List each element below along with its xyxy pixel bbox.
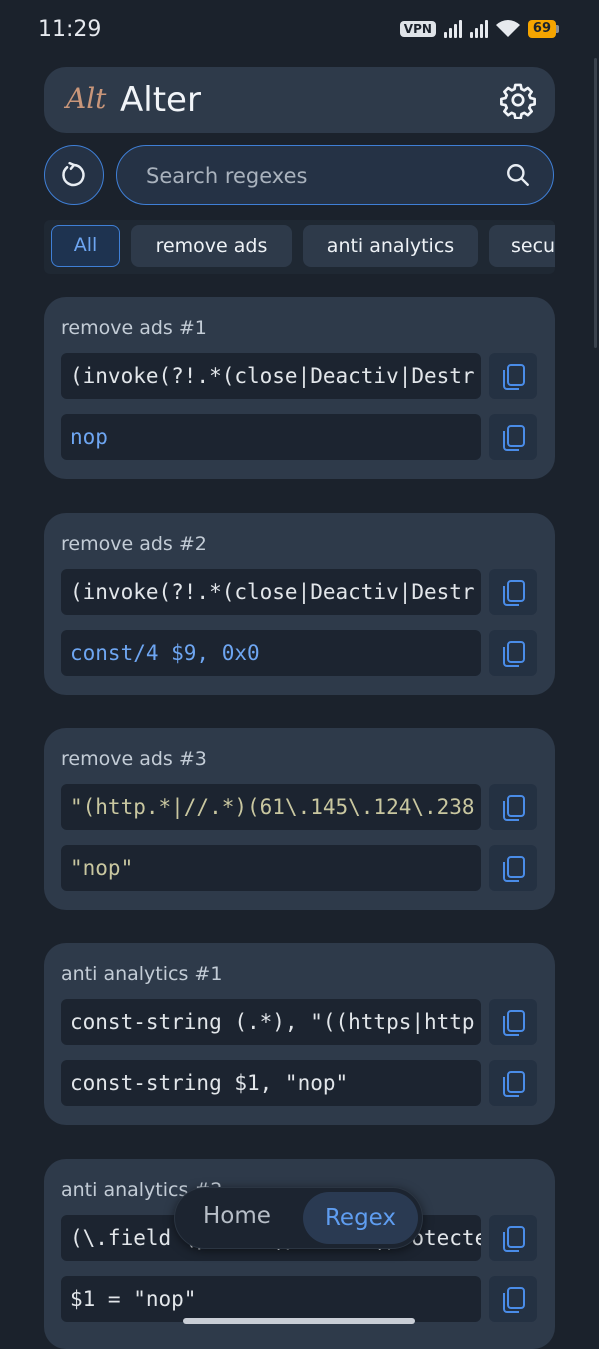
search-icon[interactable]: [505, 162, 531, 188]
regex-pattern[interactable]: (invoke(?!.*(close|Deactiv|Destr: [61, 353, 481, 399]
status-bar: 11:29 VPN 69: [0, 0, 599, 60]
copy-icon: [503, 364, 525, 390]
copy-icon: [503, 1071, 525, 1097]
chip-security[interactable]: secu: [489, 225, 555, 267]
battery-level: 69: [527, 20, 556, 38]
copy-replacement-button[interactable]: [489, 630, 537, 676]
regex-card: anti analytics #1 const-string (.*), "((…: [44, 943, 555, 1125]
regex-card: remove ads #2 (invoke(?!.*(close|Deactiv…: [44, 513, 555, 695]
copy-icon: [503, 425, 525, 451]
bottom-nav: Home Regex: [174, 1187, 423, 1249]
regex-replacement[interactable]: nop: [61, 414, 481, 460]
copy-replacement-button[interactable]: [489, 1060, 537, 1106]
regex-card: remove ads #1 (invoke(?!.*(close|Deactiv…: [44, 297, 555, 479]
card-title: remove ads #1: [61, 317, 207, 339]
chip-remove-ads[interactable]: remove ads: [131, 225, 292, 267]
refresh-button[interactable]: [44, 145, 104, 205]
status-icons: VPN 69: [399, 20, 559, 38]
regex-replacement[interactable]: const-string $1, "nop": [61, 1060, 481, 1106]
signal-icon-2: [469, 20, 488, 38]
regex-replacement[interactable]: $1 = "nop": [61, 1276, 481, 1322]
app-header: Alt Alter: [44, 67, 555, 133]
battery-icon: 69: [527, 20, 559, 38]
copy-pattern-button[interactable]: [489, 353, 537, 399]
copy-icon: [503, 856, 525, 882]
regex-pattern[interactable]: "(http.*|//.*)(61\.145\.124\.238: [61, 784, 481, 830]
wifi-icon: [495, 20, 520, 37]
copy-pattern-button[interactable]: [489, 999, 537, 1045]
app-title: Alter: [120, 80, 201, 120]
copy-pattern-button[interactable]: [489, 784, 537, 830]
regex-replacement[interactable]: "nop": [61, 845, 481, 891]
regex-card: remove ads #3 "(http.*|//.*)(61\.145\.12…: [44, 728, 555, 910]
card-title: remove ads #2: [61, 533, 207, 555]
regex-replacement[interactable]: const/4 $9, 0x0: [61, 630, 481, 676]
copy-icon: [503, 1010, 525, 1036]
regex-pattern[interactable]: const-string (.*), "((https|http: [61, 999, 481, 1045]
refresh-icon: [62, 161, 85, 187]
copy-pattern-button[interactable]: [489, 569, 537, 615]
scrollbar[interactable]: [594, 58, 597, 348]
copy-icon: [503, 795, 525, 821]
copy-replacement-button[interactable]: [489, 414, 537, 460]
vpn-badge: VPN: [399, 21, 436, 37]
chip-all[interactable]: All: [51, 225, 120, 267]
copy-icon: [503, 1226, 525, 1252]
filter-chips: All remove ads anti analytics secu: [44, 220, 555, 274]
gear-icon[interactable]: [499, 81, 537, 119]
nav-regex-tab[interactable]: Regex: [303, 1192, 418, 1244]
signal-icon: [443, 20, 462, 38]
search-input[interactable]: [144, 160, 488, 192]
chip-anti-analytics[interactable]: anti analytics: [303, 225, 478, 267]
card-title: remove ads #3: [61, 748, 207, 770]
app-logo: Alt: [66, 82, 107, 115]
card-title: anti analytics #1: [61, 963, 223, 985]
copy-icon: [503, 641, 525, 667]
regex-pattern[interactable]: (invoke(?!.*(close|Deactiv|Destr: [61, 569, 481, 615]
copy-icon: [503, 580, 525, 606]
status-time: 11:29: [38, 17, 102, 42]
gesture-handle[interactable]: [183, 1318, 415, 1324]
copy-replacement-button[interactable]: [489, 1276, 537, 1322]
nav-home-tab[interactable]: Home: [203, 1203, 271, 1229]
search-bar[interactable]: [116, 145, 554, 205]
copy-icon: [503, 1287, 525, 1313]
copy-replacement-button[interactable]: [489, 845, 537, 891]
copy-pattern-button[interactable]: [489, 1215, 537, 1261]
